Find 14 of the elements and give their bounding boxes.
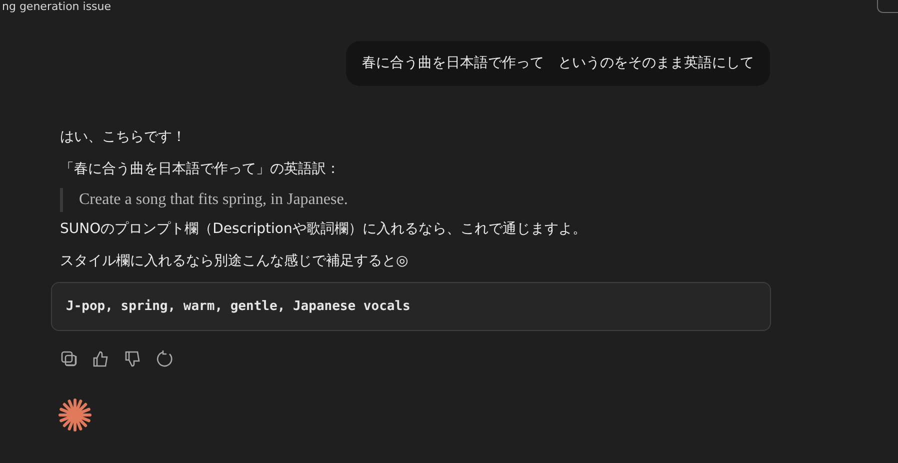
copy-icon[interactable] bbox=[60, 350, 78, 368]
retry-icon[interactable] bbox=[156, 350, 174, 368]
message-text: はい、こちらです！ bbox=[59, 128, 187, 147]
message-text: SUNOのプロンプト欄（Descriptionや歌詞欄）に入れるなら、これで通じますよ。 bbox=[59, 220, 588, 239]
thumbs-down-icon[interactable] bbox=[124, 350, 142, 368]
starburst-logo-icon bbox=[58, 398, 92, 432]
code-block: J-pop, spring, warm, gentle, Japanese vocals bbox=[51, 282, 771, 331]
conversation-title: ng generation issue bbox=[1, 0, 112, 14]
quote-text: Create a song that fits spring, in Japanese. bbox=[60, 188, 771, 212]
user-message: 春に合う曲を日本語で作って というのをそのまま英語にして bbox=[346, 41, 770, 86]
panel-corner bbox=[877, 0, 898, 13]
thumbs-up-icon[interactable] bbox=[92, 350, 110, 368]
message-text: 「春に合う曲を日本語で作って」の英語訳： bbox=[59, 160, 341, 179]
message-text: スタイル欄に入れるなら別途こんな感じで補足すると◎ bbox=[59, 252, 410, 271]
